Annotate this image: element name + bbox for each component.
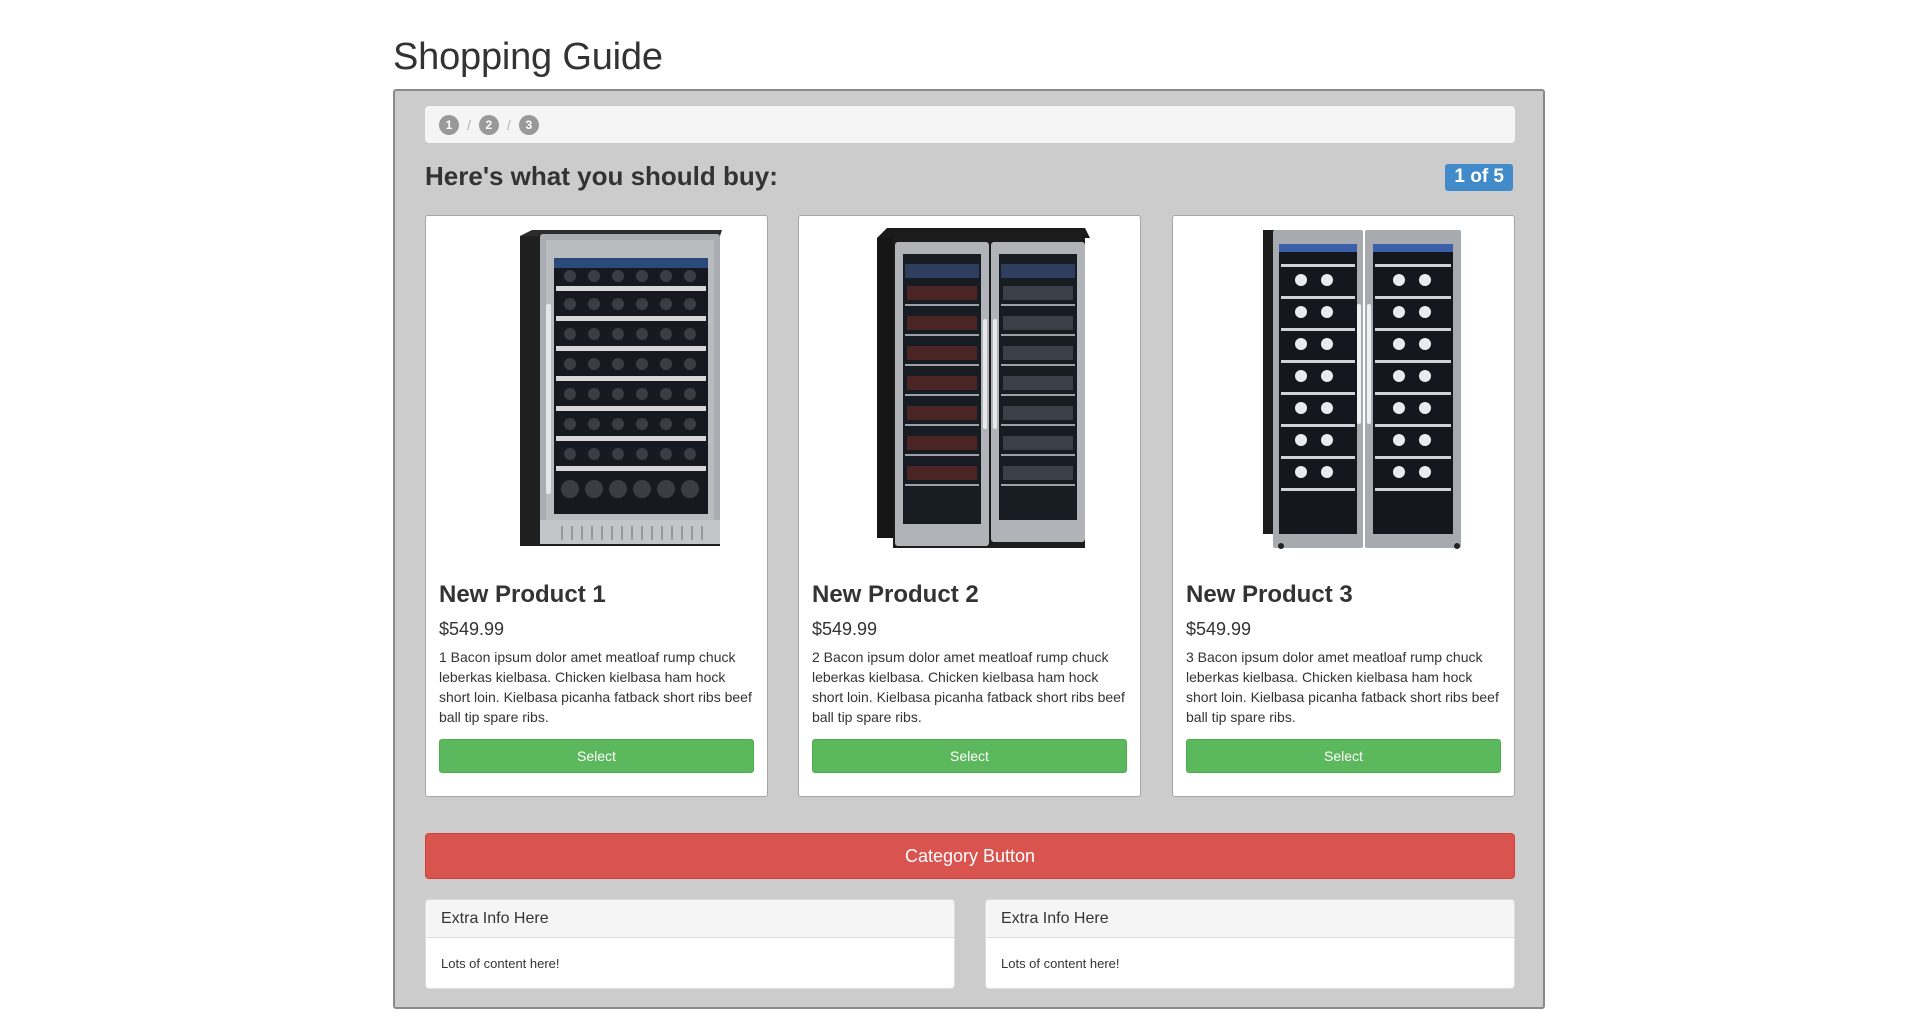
product-price: $549.99	[1186, 619, 1252, 639]
panel-heading: Extra Info Here	[426, 900, 954, 938]
product-description: 3 Bacon ipsum dolor amet meatloaf rump c…	[1186, 649, 1499, 725]
product-name: New Product 2	[812, 581, 979, 608]
shopping-guide-well: 1 / 2 / 3 Here's what you should buy: 1 …	[393, 89, 1545, 1009]
product-card-3: New Product 3 $549.99 3 Bacon ipsum dolo…	[1172, 215, 1515, 797]
select-product-1-button[interactable]: Select	[439, 739, 754, 773]
breadcrumb-separator: /	[467, 116, 471, 133]
product-card-2: New Product 2 $549.99 2 Bacon ipsum dolo…	[798, 215, 1141, 797]
product-name: New Product 1	[439, 581, 606, 608]
step-3[interactable]: 3	[518, 114, 539, 135]
product-price: $549.99	[439, 619, 505, 639]
select-product-2-button[interactable]: Select	[812, 739, 1127, 773]
category-button[interactable]: Category Button	[425, 833, 1515, 879]
double-door-wine-cooler-image	[799, 224, 1140, 554]
extra-info-panel-1: Extra Info Here Lots of content here!	[425, 899, 955, 989]
product-price: $549.99	[812, 619, 878, 639]
panel-body: Lots of content here!	[441, 956, 560, 971]
panel-heading: Extra Info Here	[986, 900, 1514, 938]
page-title: Shopping Guide	[393, 36, 663, 78]
product-description: 2 Bacon ipsum dolor amet meatloaf rump c…	[812, 649, 1125, 725]
breadcrumb-separator: /	[506, 116, 511, 133]
single-door-wine-cooler-image	[426, 224, 767, 554]
extra-info-panel-2: Extra Info Here Lots of content here!	[985, 899, 1515, 989]
double-door-wine-cooler-image	[1173, 224, 1514, 554]
step-2[interactable]: 2	[478, 114, 499, 135]
step-1[interactable]: 1	[439, 114, 459, 135]
recommendation-heading: Here's what you should buy:	[425, 161, 778, 191]
product-cards: New Product 1 $549.99 1 Bacon ipsum dolo…	[425, 215, 1515, 797]
product-description: 1 Bacon ipsum dolor amet meatloaf rump c…	[439, 649, 752, 725]
step-breadcrumb: 1 / 2 / 3	[425, 106, 1515, 143]
select-product-3-button[interactable]: Select	[1186, 739, 1501, 773]
result-counter-badge: 1 of 5	[1445, 164, 1513, 191]
product-card-1: New Product 1 $549.99 1 Bacon ipsum dolo…	[425, 215, 768, 797]
panel-body: Lots of content here!	[1001, 956, 1120, 971]
product-name: New Product 3	[1186, 581, 1353, 608]
